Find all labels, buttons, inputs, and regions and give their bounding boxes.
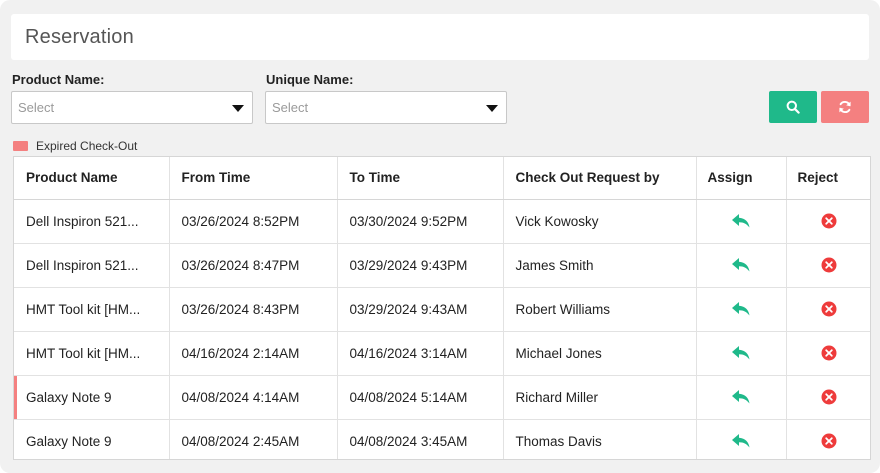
refresh-icon — [839, 100, 851, 114]
cell-product-name: HMT Tool kit [HM... — [14, 331, 170, 376]
cell-requested-by: Michael Jones — [503, 331, 697, 376]
cell-reject — [786, 375, 870, 420]
expired-swatch — [13, 141, 28, 151]
cell-product-name: Dell Inspiron 521... — [14, 243, 170, 288]
cell-assign — [696, 331, 787, 376]
cell-assign — [696, 199, 787, 244]
close-circle-icon[interactable] — [821, 389, 837, 405]
cell-to-time: 03/30/2024 9:52PM — [337, 199, 504, 244]
cell-to-time: 04/08/2024 3:45AM — [337, 419, 504, 459]
reply-arrow-icon[interactable] — [731, 213, 751, 229]
reservation-panel: Reservation Product Name: Select Unique … — [0, 0, 880, 473]
cell-reject — [786, 419, 870, 459]
cell-requested-by: Richard Miller — [503, 375, 697, 420]
column-header-reject: Reject — [786, 157, 870, 200]
cell-to-time: 03/29/2024 9:43AM — [337, 287, 504, 332]
cell-to-time: 03/29/2024 9:43PM — [337, 243, 504, 288]
reply-arrow-icon[interactable] — [731, 345, 751, 361]
column-header-check-out-request-by[interactable]: Check Out Request by — [503, 157, 697, 200]
product-name-select[interactable]: Select — [11, 91, 253, 124]
caret-down-icon — [232, 105, 244, 112]
column-header-from-time[interactable]: From Time — [169, 157, 338, 200]
cell-assign — [696, 287, 787, 332]
reply-arrow-icon[interactable] — [731, 389, 751, 405]
legend: Expired Check-Out — [13, 138, 137, 154]
cell-assign — [696, 375, 787, 420]
cell-from-time: 03/26/2024 8:47PM — [169, 243, 338, 288]
cell-product-name: Galaxy Note 9 — [14, 419, 170, 459]
cell-from-time: 04/16/2024 2:14AM — [169, 331, 338, 376]
page-title: Reservation — [25, 26, 134, 48]
legend-label: Expired Check-Out — [36, 139, 138, 153]
cell-reject — [786, 199, 870, 244]
column-header-to-time[interactable]: To Time — [337, 157, 504, 200]
table-row[interactable]: HMT Tool kit [HM... 03/26/2024 8:43PM 03… — [14, 287, 870, 332]
cell-product-name: Dell Inspiron 521... — [14, 199, 170, 244]
caret-down-icon — [486, 105, 498, 112]
reply-arrow-icon[interactable] — [731, 301, 751, 317]
product-name-placeholder: Select — [18, 100, 55, 115]
cell-requested-by: Vick Kowosky — [503, 199, 697, 244]
close-circle-icon[interactable] — [821, 433, 837, 449]
close-circle-icon[interactable] — [821, 257, 837, 273]
column-header-product-name[interactable]: Product Name — [14, 157, 170, 200]
cell-to-time: 04/16/2024 3:14AM — [337, 331, 504, 376]
cell-from-time: 03/26/2024 8:52PM — [169, 199, 338, 244]
cell-from-time: 04/08/2024 2:45AM — [169, 419, 338, 459]
cell-requested-by: James Smith — [503, 243, 697, 288]
unique-name-label: Unique Name: — [266, 72, 354, 87]
unique-name-select[interactable]: Select — [265, 91, 507, 124]
reply-arrow-icon[interactable] — [731, 433, 751, 449]
cell-requested-by: Thomas Davis — [503, 419, 697, 459]
reply-arrow-icon[interactable] — [731, 257, 751, 273]
cell-from-time: 04/08/2024 4:14AM — [169, 375, 338, 420]
table-row[interactable]: Dell Inspiron 521... 03/26/2024 8:52PM 0… — [14, 199, 870, 244]
cell-assign — [696, 243, 787, 288]
unique-name-placeholder: Select — [272, 100, 309, 115]
table-row[interactable]: Galaxy Note 9 04/08/2024 4:14AM 04/08/20… — [14, 375, 870, 420]
search-icon — [786, 100, 800, 114]
title-bar: Reservation — [11, 14, 869, 60]
cell-to-time: 04/08/2024 5:14AM — [337, 375, 504, 420]
cell-reject — [786, 287, 870, 332]
cell-product-name: Galaxy Note 9 — [14, 375, 170, 420]
column-header-assign: Assign — [696, 157, 787, 200]
table-row[interactable]: Dell Inspiron 521... 03/26/2024 8:47PM 0… — [14, 243, 870, 288]
close-circle-icon[interactable] — [821, 301, 837, 317]
cell-reject — [786, 243, 870, 288]
cell-assign — [696, 419, 787, 459]
reset-button[interactable] — [821, 91, 869, 123]
close-circle-icon[interactable] — [821, 345, 837, 361]
close-circle-icon[interactable] — [821, 213, 837, 229]
reservation-table: Product Name From Time To Time Check Out… — [13, 156, 871, 460]
search-button[interactable] — [769, 91, 817, 123]
table-header-row: Product Name From Time To Time Check Out… — [14, 157, 870, 200]
cell-requested-by: Robert Williams — [503, 287, 697, 332]
cell-reject — [786, 331, 870, 376]
cell-product-name: HMT Tool kit [HM... — [14, 287, 170, 332]
table-row[interactable]: Galaxy Note 9 04/08/2024 2:45AM 04/08/20… — [14, 419, 870, 459]
table-row[interactable]: HMT Tool kit [HM... 04/16/2024 2:14AM 04… — [14, 331, 870, 376]
product-name-label: Product Name: — [12, 72, 105, 87]
cell-from-time: 03/26/2024 8:43PM — [169, 287, 338, 332]
